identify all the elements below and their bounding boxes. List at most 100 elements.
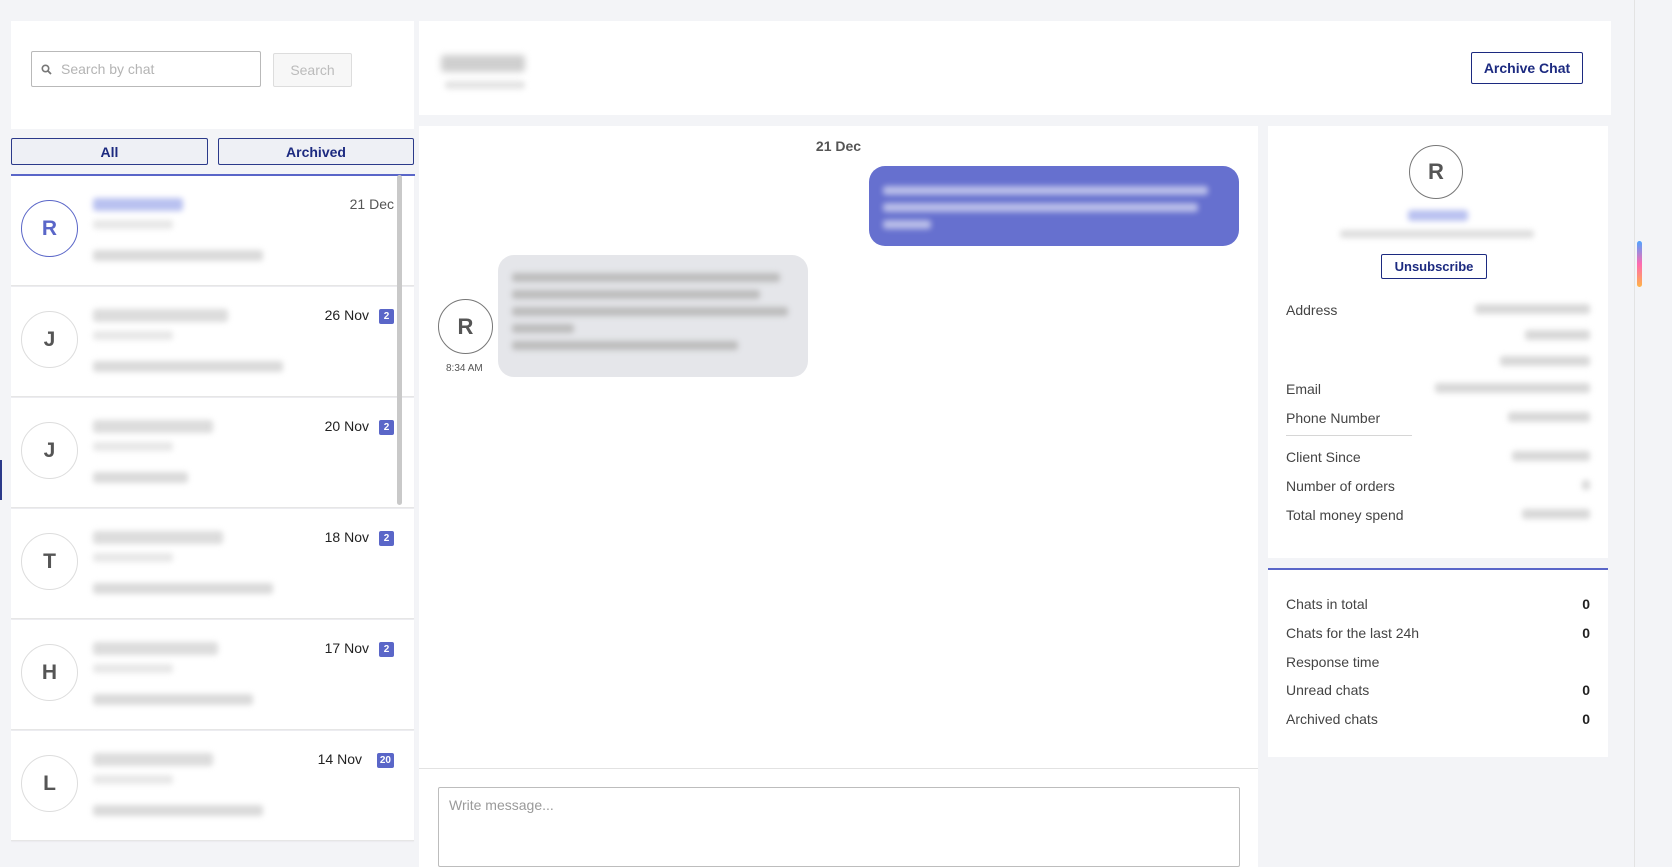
- customer-subtitle-redacted: [1340, 230, 1534, 238]
- tab-archived[interactable]: Archived: [218, 138, 414, 165]
- contact-name-redacted: [93, 420, 213, 433]
- stat-label: Archived chats: [1286, 711, 1378, 727]
- incoming-message-bubble: [498, 255, 808, 377]
- stat-label: Unread chats: [1286, 682, 1370, 698]
- stat-value: 0: [1582, 596, 1590, 612]
- stat-chats-24h: Chats for the last 24h 0: [1286, 625, 1590, 641]
- chat-list-scrollbar[interactable]: [397, 175, 402, 505]
- avatar: R: [1409, 145, 1463, 199]
- avatar: T: [21, 533, 78, 590]
- avatar: J: [21, 422, 78, 479]
- info-label: Email: [1286, 381, 1322, 397]
- chat-date: 17 Nov: [324, 640, 369, 656]
- outgoing-message-bubble: [869, 166, 1239, 246]
- message-preview-redacted: [93, 583, 273, 594]
- message-preview-redacted: [93, 361, 283, 372]
- info-row-client-since: Client Since: [1286, 449, 1590, 465]
- info-row-address: Address: [1286, 302, 1590, 366]
- search-icon: [41, 63, 52, 75]
- info-row-phone: Phone Number: [1286, 410, 1590, 426]
- chat-list-item[interactable]: T 18 Nov 2: [11, 509, 414, 619]
- contact-name-redacted: [93, 309, 228, 322]
- customer-name-redacted: [1408, 210, 1468, 221]
- tab-all[interactable]: All: [11, 138, 208, 165]
- chat-list: R 21 Dec J 26 Nov 2 J 20 Nov 2 T 18 Nov …: [11, 174, 415, 860]
- contact-subtitle-redacted: [93, 331, 173, 340]
- message-preview-redacted: [93, 250, 263, 261]
- unread-badge: 20: [376, 753, 394, 768]
- stat-response-time: Response time: [1286, 654, 1590, 670]
- search-panel: Search: [11, 21, 414, 129]
- info-value-redacted: [1500, 356, 1590, 366]
- avatar: L: [21, 755, 78, 812]
- chat-date: 26 Nov: [324, 307, 369, 323]
- message-input[interactable]: [438, 787, 1240, 867]
- info-value-redacted: [1475, 304, 1590, 314]
- search-box[interactable]: [31, 51, 261, 87]
- unread-badge: 2: [379, 420, 394, 435]
- info-value-redacted: [1525, 330, 1590, 340]
- stat-label: Response time: [1286, 654, 1380, 670]
- divider: [1286, 435, 1412, 436]
- chat-date: 21 Dec: [349, 196, 394, 212]
- side-widget-handle[interactable]: [1637, 241, 1642, 287]
- stat-label: Chats for the last 24h: [1286, 625, 1420, 641]
- stat-archived-chats: Archived chats 0: [1286, 711, 1590, 727]
- stat-chats-total: Chats in total 0: [1286, 596, 1590, 612]
- unread-badge: 2: [379, 531, 394, 546]
- chat-header: Archive Chat: [419, 21, 1611, 115]
- unsubscribe-button[interactable]: Unsubscribe: [1381, 254, 1487, 279]
- info-label: Phone Number: [1286, 410, 1381, 426]
- chat-list-item[interactable]: L 14 Nov 20: [11, 731, 414, 841]
- search-input[interactable]: [61, 61, 246, 77]
- stat-label: Chats in total: [1286, 596, 1368, 612]
- contact-name-redacted: [93, 531, 223, 544]
- edge-line: [1634, 0, 1635, 867]
- contact-subtitle-redacted: [93, 553, 173, 562]
- message-preview-redacted: [93, 472, 188, 483]
- chat-date: 18 Nov: [324, 529, 369, 545]
- unread-badge: 2: [379, 309, 394, 324]
- edge-marker: [0, 460, 2, 500]
- info-row-money: Total money spend: [1286, 507, 1590, 523]
- contact-subtitle-redacted: [93, 220, 173, 229]
- message-time: 8:34 AM: [446, 363, 483, 374]
- avatar: J: [21, 311, 78, 368]
- contact-subtitle-redacted: [93, 442, 173, 451]
- info-label: Total money spend: [1286, 507, 1404, 523]
- contact-subtitle-redacted: [93, 775, 173, 784]
- chat-list-item[interactable]: R 21 Dec: [11, 176, 414, 286]
- info-label: Number of orders: [1286, 478, 1395, 494]
- contact-name-redacted: [93, 642, 218, 655]
- info-label: Address: [1286, 302, 1338, 318]
- chat-stats-panel: Chats in total 0 Chats for the last 24h …: [1268, 568, 1608, 757]
- chat-list-item[interactable]: H 17 Nov 2: [11, 620, 414, 730]
- contact-subtitle-redacted: [445, 81, 525, 89]
- info-row-orders: Number of orders: [1286, 478, 1590, 494]
- contact-name-redacted: [93, 753, 213, 766]
- info-value-redacted: [1512, 451, 1590, 461]
- info-value-redacted: [1522, 509, 1590, 519]
- avatar: H: [21, 644, 78, 701]
- stat-value: 0: [1582, 682, 1590, 698]
- unread-badge: 2: [379, 642, 394, 657]
- contact-name-redacted: [93, 198, 183, 211]
- info-row-email: Email: [1286, 381, 1590, 397]
- chat-date: 20 Nov: [324, 418, 369, 434]
- message-preview-redacted: [93, 694, 253, 705]
- stat-value: 0: [1582, 711, 1590, 727]
- avatar: R: [21, 200, 78, 257]
- customer-profile-panel: R Unsubscribe Address Email Phone Number…: [1268, 126, 1608, 558]
- info-value-redacted: [1582, 480, 1590, 490]
- archive-chat-button[interactable]: Archive Chat: [1471, 52, 1583, 84]
- chat-date: 14 Nov: [317, 751, 362, 767]
- search-button[interactable]: Search: [273, 53, 352, 87]
- message-preview-redacted: [93, 805, 263, 816]
- chat-list-item[interactable]: J 20 Nov 2: [11, 398, 414, 508]
- info-value-redacted: [1435, 383, 1590, 393]
- contact-subtitle-redacted: [93, 664, 173, 673]
- day-separator: 21 Dec: [815, 138, 862, 154]
- sender-avatar: R: [438, 299, 493, 354]
- message-thread: 21 Dec R 8:34 AM: [419, 126, 1258, 867]
- chat-list-item[interactable]: J 26 Nov 2: [11, 287, 414, 397]
